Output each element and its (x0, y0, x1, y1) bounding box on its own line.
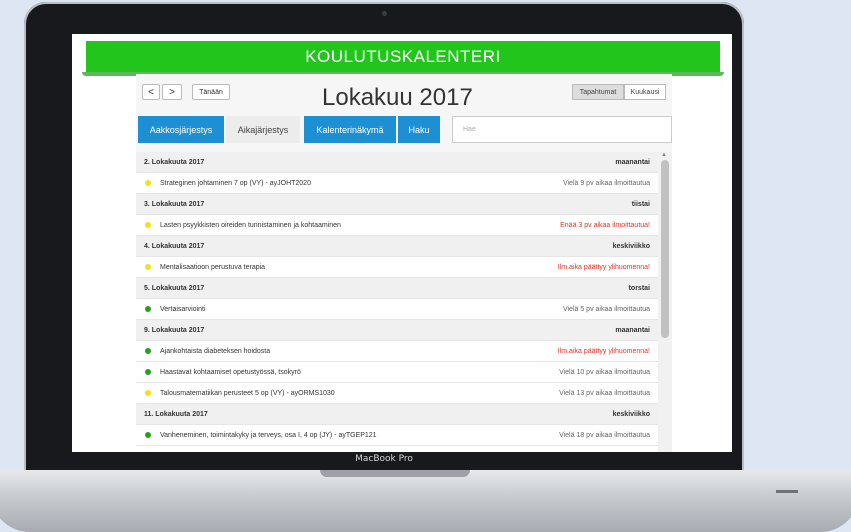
event-title[interactable]: Haastavat kohtaamiset opetustyössä, tsok… (160, 369, 301, 376)
date-label: 3. Lokakuuta 2017 (144, 200, 205, 208)
status-dot-icon (145, 306, 151, 312)
view-events-button[interactable]: Tapahtumat (572, 84, 624, 100)
laptop-base (0, 470, 851, 532)
weekday-label: tiistai (631, 200, 650, 208)
weekday-label: maanantai (615, 158, 650, 166)
registration-status: Enää 3 pv aikaa ilmoittautua! (560, 221, 650, 229)
date-label: 4. Lokakuuta 2017 (144, 242, 205, 250)
date-header-row: 11. Lokakuuta 2017 keskiviikko (136, 404, 658, 425)
status-dot-icon (145, 180, 151, 186)
event-title[interactable]: Ajankohtaista diabeteksen hoidosta (160, 348, 270, 355)
status-dot-icon (145, 369, 151, 375)
weekday-label: torstai (628, 284, 650, 292)
screen: KOULUTUSKALENTERI < > Tänään Lokakuu 201… (72, 34, 732, 452)
today-button[interactable]: Tänään (192, 84, 230, 100)
registration-status: Vielä 5 pv aikaa ilmoittautua (562, 305, 650, 313)
scroll-up-arrow-icon[interactable]: ▲ (661, 152, 667, 158)
tab-alphabetical[interactable]: Aakkosjärjestys (138, 116, 224, 143)
registration-status: Vielä 18 pv aikaa ilmoittautua (559, 431, 650, 439)
base-notch (320, 470, 470, 477)
event-title[interactable]: Vertaisarviointi (160, 306, 206, 313)
event-row[interactable]: Vanheneminen, toimintakyky ja terveys, o… (136, 425, 658, 446)
status-dot-icon (145, 264, 151, 270)
registration-status: Ilm.aika päättyy ylihuomenna! (557, 263, 650, 271)
event-title[interactable]: Mentalisaatioon perustuva terapia (160, 264, 265, 271)
weekday-label: keskiviikko (612, 242, 650, 250)
view-month-button[interactable]: Kuukausi (624, 84, 666, 100)
event-row[interactable]: Ajankohtaista diabeteksen hoidosta Ilm.ai… (136, 341, 658, 362)
event-list: 2. Lokakuuta 2017 maanantai Strateginen jo… (136, 152, 658, 452)
tab-search[interactable]: Haku (398, 116, 440, 143)
device-brand-label: MacBook Pro (355, 454, 413, 464)
search-input[interactable]: Hae (452, 116, 672, 143)
event-row[interactable]: Lasten psyykkisten oireiden tunnistamine… (136, 215, 658, 236)
date-header-row: 9. Lokakuuta 2017 maanantai (136, 320, 658, 341)
date-label: 5. Lokakuuta 2017 (144, 284, 205, 292)
tab-chronological[interactable]: Aikajärjestys (226, 116, 300, 143)
event-row[interactable]: Vertaisarviointi Vielä 5 pv aikaa ilmoitt… (136, 299, 658, 320)
date-label: 2. Lokakuuta 2017 (144, 158, 205, 166)
laptop-lid: KOULUTUSKALENTERI < > Tänään Lokakuu 201… (24, 2, 744, 472)
next-button[interactable]: > (162, 84, 182, 100)
date-header-row: 3. Lokakuuta 2017 tiistai (136, 194, 658, 215)
registration-status: Ilm.aika päättyy ylihuomenna! (557, 347, 650, 355)
tab-calendar-view[interactable]: Kalenterinäkymä (304, 116, 396, 143)
date-header-row: 4. Lokakuuta 2017 keskiviikko (136, 236, 658, 257)
app-title: KOULUTUSKALENTERI (86, 41, 720, 72)
registration-status: Vielä 13 pv aikaa ilmoittautua (559, 389, 650, 397)
event-row[interactable]: Strateginen johtaminen 7 op (VY) - ayJOH… (136, 173, 658, 194)
date-label: 9. Lokakuuta 2017 (144, 326, 205, 334)
event-row[interactable]: Haastavat kohtaamiset opetustyössä, tsok… (136, 362, 658, 383)
scroll-thumb[interactable] (661, 160, 669, 338)
status-dot-icon (145, 222, 151, 228)
status-dot-icon (145, 432, 151, 438)
date-label: 11. Lokakuuta 2017 (144, 410, 208, 418)
date-header-row: 5. Lokakuuta 2017 torstai (136, 278, 658, 299)
event-row[interactable]: Mentalisaatioon perustuva terapia Ilm.aik… (136, 257, 658, 278)
month-title: Lokakuu 2017 (322, 84, 473, 111)
registration-status: Vielä 10 pv aikaa ilmoittautua (559, 368, 650, 376)
scrollbar[interactable]: ▲ (658, 152, 672, 452)
event-row[interactable]: Talousmatematiikan perusteet 5 op (VY) -… (136, 383, 658, 404)
status-dot-icon (145, 348, 151, 354)
registration-status: Vielä 9 pv aikaa ilmoittautua (562, 179, 650, 187)
event-title[interactable]: Talousmatematiikan perusteet 5 op (VY) -… (160, 390, 335, 397)
date-header-row: 2. Lokakuuta 2017 maanantai (136, 152, 658, 173)
camera-icon (382, 11, 387, 16)
weekday-label: keskiviikko (612, 410, 650, 418)
calendar-app: < > Tänään Lokakuu 2017 Tapahtumat Kuuka… (136, 74, 672, 452)
event-title[interactable]: Lasten psyykkisten oireiden tunnistamine… (160, 222, 341, 229)
prev-button[interactable]: < (142, 84, 160, 100)
base-slot (776, 490, 798, 493)
event-title[interactable]: Vanheneminen, toimintakyky ja terveys, o… (160, 432, 377, 439)
weekday-label: maanantai (615, 326, 650, 334)
status-dot-icon (145, 390, 151, 396)
event-title[interactable]: Strateginen johtaminen 7 op (VY) - ayJOH… (160, 180, 311, 187)
